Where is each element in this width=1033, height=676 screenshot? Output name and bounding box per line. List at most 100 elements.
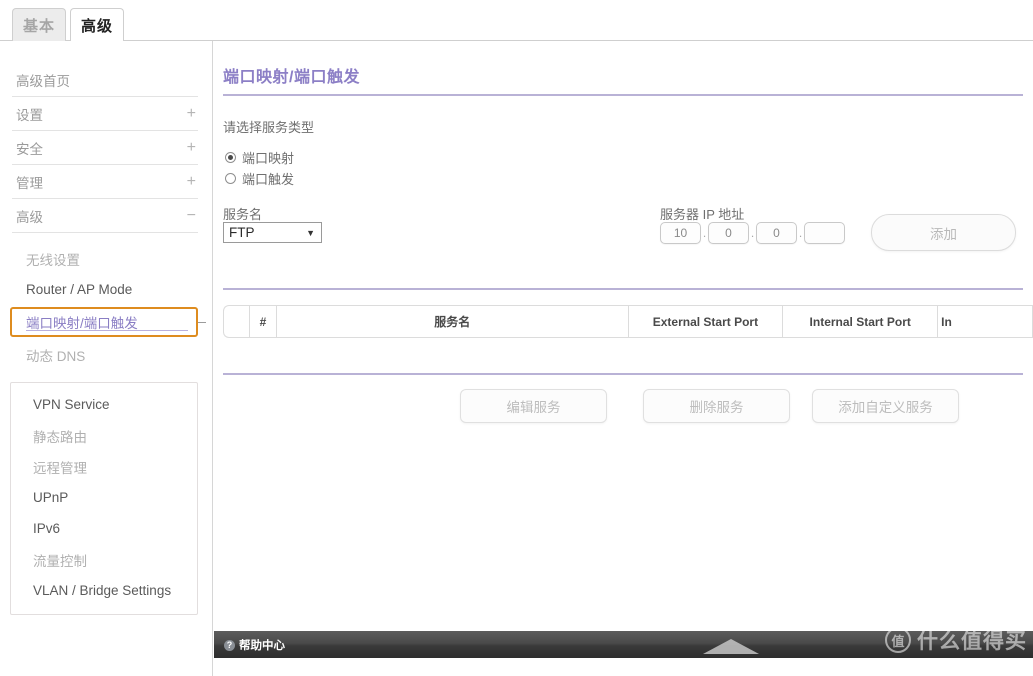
table-header-truncated-column: In	[938, 306, 1033, 337]
sidebar-item-label: 静态路由	[33, 429, 87, 445]
sidebar-item-label: IPv6	[33, 521, 61, 536]
sidebar-item-label: Router / AP Mode	[26, 282, 133, 297]
sidebar-item-router-ap-mode[interactable]: Router / AP Mode	[12, 274, 198, 305]
sidebar-item-label: 无线设置	[26, 252, 80, 268]
table-header-number: #	[250, 306, 277, 337]
divider-middle	[223, 288, 1023, 290]
sidebar-item-label: 管理	[16, 175, 43, 191]
sidebar-item-label: 动态 DNS	[26, 348, 86, 364]
radio-option-port-triggering[interactable]: 端口触发	[225, 169, 294, 188]
sidebar-item-label: 安全	[16, 141, 43, 157]
page-title: 端口映射/端口触发	[223, 69, 360, 86]
add-button-label: 添加	[930, 226, 957, 242]
table-header-service-name: 服务名	[277, 306, 629, 337]
radio-icon-unselected[interactable]	[225, 173, 236, 184]
sidebar-item-traffic-control[interactable]: 流量控制	[17, 544, 189, 575]
sidebar-item-upnp[interactable]: UPnP	[17, 482, 189, 513]
delete-service-button[interactable]: 删除服务	[643, 389, 790, 423]
table-header-label: In	[941, 314, 952, 329]
watermark: 值 什么值得买	[885, 625, 1027, 655]
radio-label: 端口映射	[242, 151, 295, 166]
server-ip-label: 服务器 IP 地址	[660, 207, 745, 222]
sidebar-item-label: 设置	[16, 107, 43, 123]
tab-basic[interactable]: 基本	[12, 8, 66, 41]
sidebar-item-settings[interactable]: 设置 +	[12, 97, 198, 131]
sidebar-advanced-submenu: 无线设置 Router / AP Mode 端口映射/端口触发 动态 DNS	[0, 243, 212, 370]
server-ip-input-group: 10 . 0 . 0 .	[660, 222, 845, 244]
scroll-to-top-arrow-icon[interactable]	[703, 639, 759, 654]
sidebar-item-label: 高级首页	[16, 73, 70, 89]
sidebar-item-static-route[interactable]: 静态路由	[17, 420, 189, 451]
tab-basic-label: 基本	[22, 17, 55, 35]
active-underline	[26, 330, 188, 331]
sidebar-item-vlan-bridge-settings[interactable]: VLAN / Bridge Settings	[17, 575, 189, 606]
edit-service-button[interactable]: 编辑服务	[460, 389, 607, 423]
divider-top	[223, 94, 1023, 96]
sidebar-item-label: 流量控制	[33, 553, 87, 569]
question-mark-icon: ?	[224, 639, 235, 651]
ip-octet-1[interactable]: 10	[660, 222, 701, 244]
sidebar-item-ipv6[interactable]: IPv6	[17, 513, 189, 544]
sidebar-item-dynamic-dns[interactable]: 动态 DNS	[12, 339, 198, 370]
plus-icon[interactable]: +	[187, 139, 196, 156]
ip-separator: .	[750, 226, 755, 240]
sidebar-top-nav: 高级首页 设置 + 安全 + 管理 + 高级 −	[0, 41, 212, 233]
sidebar-item-label: VLAN / Bridge Settings	[33, 583, 172, 598]
divider-bottom	[223, 373, 1023, 375]
edit-service-label: 编辑服务	[506, 400, 561, 415]
radio-icon-selected[interactable]	[225, 152, 236, 163]
help-center-label: 帮助中心	[239, 640, 285, 652]
sidebar-vpn-group: VPN Service 静态路由 远程管理 UPnP IPv6 流量控制 VLA…	[10, 382, 198, 615]
add-custom-service-button[interactable]: 添加自定义服务	[812, 389, 959, 423]
sidebar-item-remote-management[interactable]: 远程管理	[17, 451, 189, 482]
radio-label: 端口触发	[242, 172, 295, 187]
service-name-select[interactable]: FTP ▼	[223, 222, 322, 243]
help-center-link[interactable]: ? 帮助中心	[224, 637, 285, 653]
watermark-text: 什么值得买	[917, 630, 1027, 653]
sidebar-item-advanced-home[interactable]: 高级首页	[12, 63, 198, 97]
ip-separator: .	[798, 226, 803, 240]
sidebar: 高级首页 设置 + 安全 + 管理 + 高级 − 无线设置 Router / A…	[0, 41, 213, 676]
table-header-label: Internal Start Port	[809, 314, 911, 329]
watermark-badge-icon: 值	[885, 627, 911, 653]
table-header-external-start-port: External Start Port	[629, 306, 784, 337]
radio-option-port-forwarding[interactable]: 端口映射	[225, 148, 294, 167]
sidebar-item-label: 高级	[16, 209, 43, 225]
sidebar-item-management[interactable]: 管理 +	[12, 165, 198, 199]
footer-bar: ? 帮助中心 值 什么值得买	[214, 627, 1033, 658]
sidebar-item-label: VPN Service	[33, 397, 110, 412]
service-table-header: # 服务名 External Start Port Internal Start…	[223, 305, 1033, 338]
service-name-value: FTP	[229, 225, 255, 240]
ip-octet-3[interactable]: 0	[756, 222, 797, 244]
add-button[interactable]: 添加	[871, 214, 1016, 251]
tab-advanced-label: 高级	[80, 18, 113, 35]
table-header-checkbox-cell[interactable]	[224, 306, 250, 337]
service-name-label: 服务名	[223, 207, 263, 222]
top-tab-bar: 基本 高级	[0, 0, 1033, 42]
table-header-internal-start-port: Internal Start Port	[783, 306, 939, 337]
sidebar-item-security[interactable]: 安全 +	[12, 131, 198, 165]
sidebar-item-label: 远程管理	[33, 460, 87, 476]
minus-icon[interactable]: −	[187, 207, 196, 224]
table-header-label: External Start Port	[652, 314, 759, 329]
chevron-down-icon: ▼	[306, 227, 315, 238]
table-header-label: 服务名	[434, 315, 471, 329]
footer-spacer	[214, 658, 1033, 676]
tab-advanced[interactable]: 高级	[70, 8, 124, 42]
ip-separator: .	[702, 226, 707, 240]
delete-service-label: 删除服务	[689, 400, 744, 415]
ip-octet-2[interactable]: 0	[708, 222, 749, 244]
ip-octet-4[interactable]	[804, 222, 845, 244]
add-custom-service-label: 添加自定义服务	[838, 400, 933, 415]
sidebar-item-label: 端口映射/端口触发	[26, 316, 138, 331]
active-marker	[198, 322, 206, 323]
sidebar-item-port-forwarding[interactable]: 端口映射/端口触发	[10, 307, 206, 337]
sidebar-item-vpn-service[interactable]: VPN Service	[17, 389, 189, 420]
sidebar-item-label: UPnP	[33, 490, 69, 505]
plus-icon[interactable]: +	[187, 173, 196, 190]
sidebar-item-advanced[interactable]: 高级 −	[12, 199, 198, 233]
sidebar-item-wireless-settings[interactable]: 无线设置	[12, 243, 198, 274]
table-header-label: #	[259, 314, 267, 329]
plus-icon[interactable]: +	[187, 105, 196, 122]
service-type-label: 请选择服务类型	[223, 120, 315, 135]
